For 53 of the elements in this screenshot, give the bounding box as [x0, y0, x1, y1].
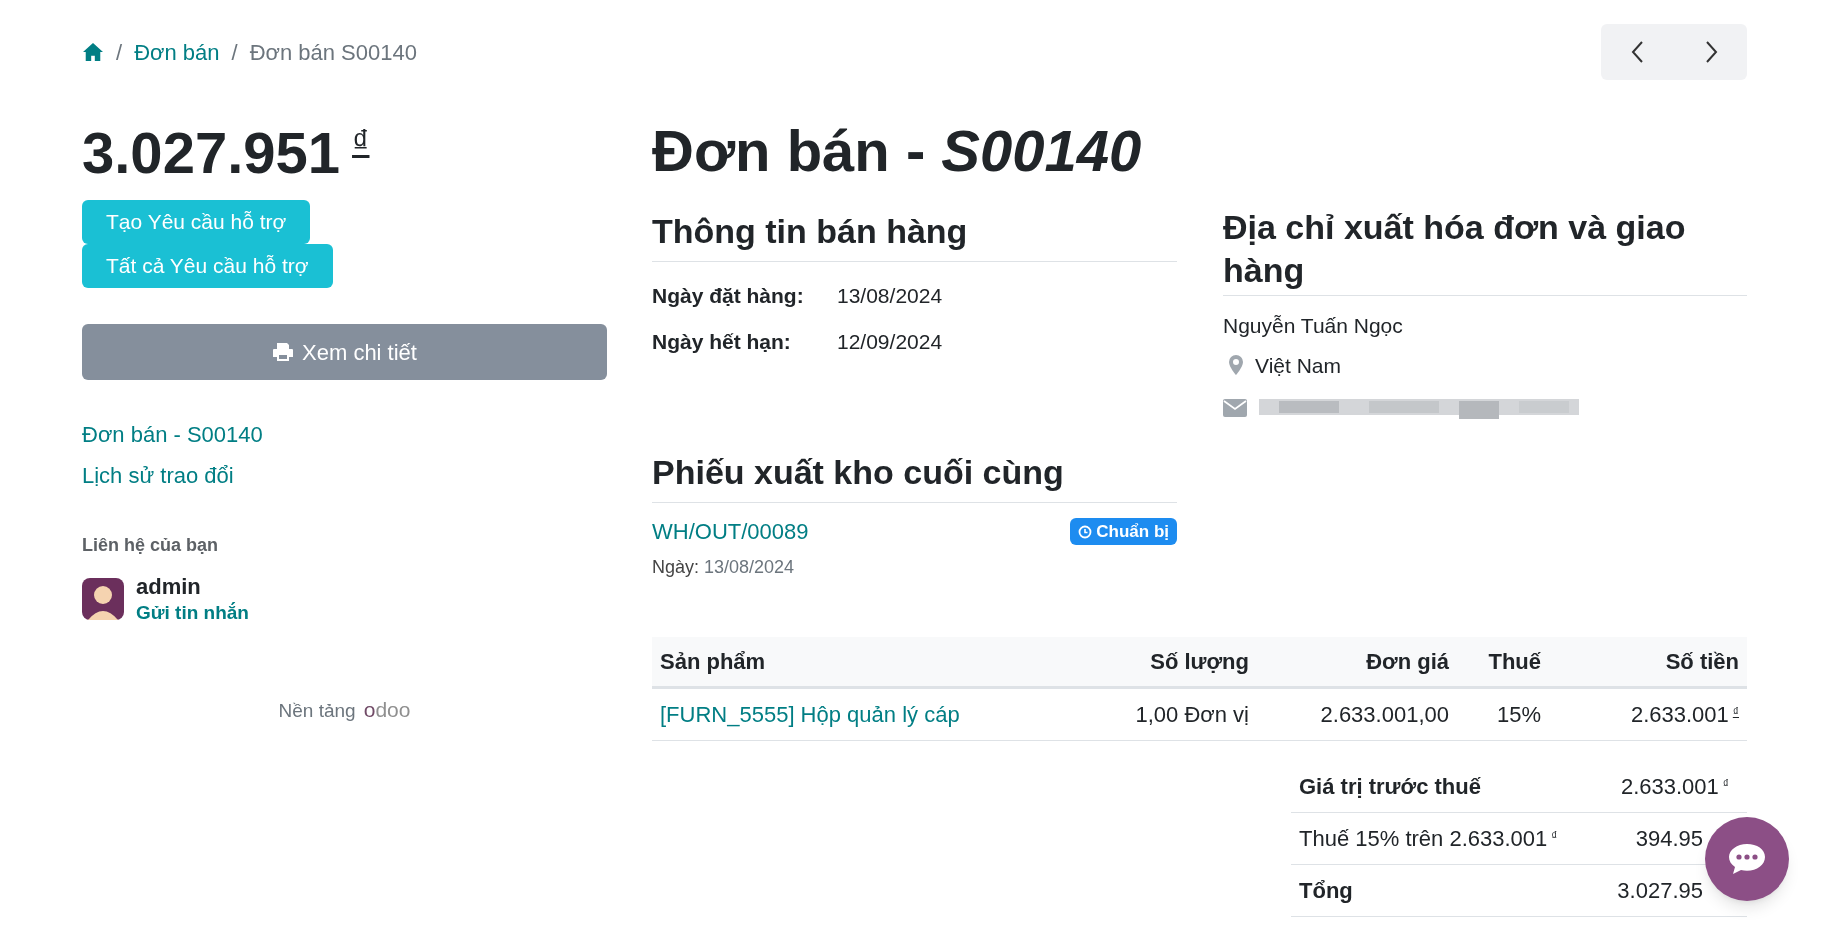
sidebar-link[interactable]: Lịch sử trao đổi	[82, 459, 607, 492]
column-header: Sản phẩm	[660, 648, 767, 676]
total-value: 2.633.001 $^{₫}$	[1620, 773, 1730, 801]
total-label: Giá trị trước thuế	[1299, 773, 1481, 801]
customer-name: Nguyễn Tuấn Ngọc	[1223, 313, 1404, 339]
breadcrumb-link[interactable]: Đơn bán	[134, 35, 220, 69]
printer-icon	[272, 342, 295, 362]
total-value: 394.95	[1635, 825, 1704, 853]
avatar	[82, 577, 124, 620]
column-header: Thuế	[1487, 648, 1542, 676]
chat-icon	[1728, 843, 1766, 875]
total-label: Thuế 15% trên 2.633.001 $^{₫}$	[1299, 825, 1558, 853]
chevron-right-icon	[1703, 40, 1718, 64]
delivery-date: Ngày: 13/08/2024	[652, 556, 796, 579]
clock-icon	[1078, 524, 1093, 539]
customer-country: Việt Nam	[1255, 352, 1341, 379]
status-badge: Chuẩn bị	[1070, 517, 1177, 546]
odoo-logo: odoo	[363, 697, 411, 724]
column-header: Số lượng	[1149, 648, 1249, 676]
table-cell-text: 2.633.001,00	[1319, 701, 1449, 729]
chevron-left-icon	[1630, 40, 1645, 64]
order-amount: 3.027.951	[82, 124, 341, 182]
section-heading: Thông tin bán hàng	[652, 206, 1177, 262]
view-details-button[interactable]: Xem chi tiết	[82, 324, 607, 380]
field-label: Ngày hết hạn:	[652, 328, 792, 355]
column-header: Số tiền	[1664, 648, 1739, 676]
table-cell-text: 15%	[1495, 701, 1542, 729]
table-cell-text: 1,00 Đơn vị	[1134, 701, 1249, 729]
product-link[interactable]: [FURN_5555] Hộp quản lý cáp	[660, 698, 1059, 731]
contact-name: admin	[136, 573, 202, 601]
table-cell-text: 2.633.001 $^{₫}$	[1629, 701, 1739, 729]
powered-by-text: Nền tảng	[278, 699, 356, 724]
column-header: Đơn giá	[1365, 648, 1449, 676]
field-value: 12/09/2024	[837, 328, 944, 355]
breadcrumb-separator: /	[116, 38, 123, 67]
envelope-icon	[1223, 399, 1247, 417]
breadcrumb-current: Đơn bán S00140	[249, 38, 417, 67]
field-value: 13/08/2024	[837, 283, 944, 309]
currency-symbol: ₫	[352, 124, 370, 158]
section-heading: Phiếu xuất kho cuối cùng	[652, 447, 1177, 503]
total-value: 3.027.95	[1617, 877, 1704, 905]
currency-symbol: ₫	[1732, 705, 1739, 719]
contact-heading: Liên hệ của bạn	[82, 534, 220, 557]
breadcrumb-separator: /	[231, 38, 238, 67]
page-title: Đơn bán - S00140	[652, 122, 1143, 180]
delivery-link[interactable]: WH/OUT/00089	[652, 515, 809, 548]
field-label: Ngày đặt hàng:	[652, 283, 805, 309]
home-icon[interactable]	[82, 42, 104, 62]
sidebar-link[interactable]: Đơn bán - S00140	[82, 418, 607, 451]
map-pin-icon	[1229, 355, 1243, 376]
send-message-link[interactable]: Gửi tin nhắn	[136, 600, 249, 625]
total-label: Tổng	[1299, 877, 1353, 905]
section-heading: Địa chỉ xuất hóa đơn và giao hàng	[1223, 206, 1747, 296]
